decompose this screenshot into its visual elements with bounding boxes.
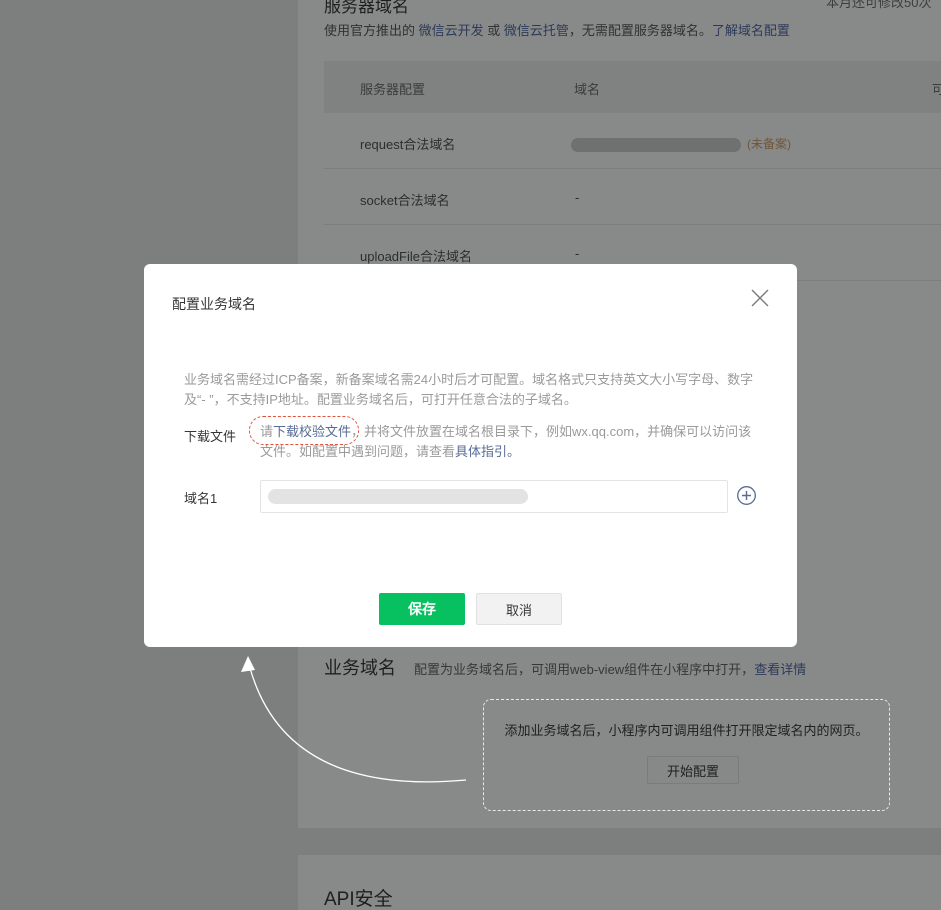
guide-arrow (241, 656, 467, 783)
server-domain-title: 服务器域名 (324, 0, 409, 16)
row-name: socket合法域名 (360, 193, 450, 208)
masked-domain-value (268, 489, 528, 504)
api-panel (298, 855, 941, 910)
column-header-config: 服务器配置 (360, 82, 426, 97)
domain-1-input[interactable] (260, 480, 728, 513)
cloud-dev-link[interactable]: 微信云开发 (419, 23, 484, 38)
start-config-button[interactable]: 开始配置 (647, 756, 739, 784)
table-header: 服务器配置 域名 可 (324, 61, 941, 113)
table-row: socket合法域名 - (324, 169, 941, 225)
masked-domain (571, 138, 741, 152)
cloud-host-link[interactable]: 微信云托管 (504, 23, 569, 38)
row-name: uploadFile合法域名 (360, 249, 472, 264)
close-icon[interactable] (748, 286, 772, 310)
quota-text: 本月还可修改50次 (826, 0, 932, 10)
download-instructions: 请下载校验文件，并将文件放置在域名根目录下，例如wx.qq.com，并确保可以访… (260, 424, 752, 459)
column-header-extra: 可 (932, 82, 941, 97)
server-domain-desc: 使用官方推出的 微信云开发 或 微信云托管，无需配置服务器域名。了解域名配置 (324, 23, 790, 38)
guide-link[interactable]: 具体指引 (455, 444, 507, 459)
add-domain-icon[interactable] (736, 485, 757, 506)
table-row: request合法域名 (未备案) (324, 113, 941, 169)
save-button[interactable]: 保存 (379, 593, 465, 625)
api-security-title: API安全 (324, 889, 393, 910)
server-domain-table: 服务器配置 域名 可 request合法域名 (未备案) socket合法域名 … (324, 61, 941, 281)
dialog-title: 配置业务域名 (172, 296, 256, 312)
learn-domain-config-link[interactable]: 了解域名配置 (712, 23, 790, 38)
column-header-domain: 域名 (574, 82, 601, 97)
download-verify-file-link[interactable]: 下载校验文件 (273, 424, 351, 439)
download-file-label: 下载文件 (184, 429, 237, 444)
configure-business-domain-dialog: 配置业务域名 业务域名需经过ICP备案，新备案域名需24小时后才可配置。域名格式… (144, 264, 797, 647)
unregistered-tag: (未备案) (747, 137, 791, 151)
view-details-link[interactable]: 查看详情 (754, 662, 806, 677)
row-value: - (575, 246, 580, 261)
empty-hint: 添加业务域名后，小程序内可调用组件打开限定域名内的网页。 (504, 723, 869, 738)
row-value: - (575, 190, 580, 205)
row-name: request合法域名 (360, 137, 456, 152)
business-domain-empty-box: 添加业务域名后，小程序内可调用组件打开限定域名内的网页。 开始配置 (483, 699, 890, 811)
dialog-description: 业务域名需经过ICP备案，新备案域名需24小时后才可配置。域名格式只支持英文大小… (184, 372, 754, 407)
cancel-button[interactable]: 取消 (476, 593, 562, 625)
domain-1-label: 域名1 (184, 491, 218, 506)
